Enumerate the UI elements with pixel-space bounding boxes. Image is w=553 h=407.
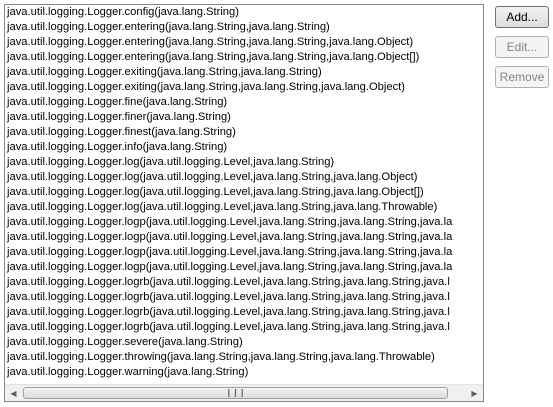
methods-list-items: java.util.logging.Logger.config(java.lan…	[5, 5, 483, 384]
edit-button[interactable]: Edit...	[495, 36, 549, 58]
list-item[interactable]: java.util.logging.Logger.logrb(java.util…	[5, 275, 483, 290]
list-item[interactable]: java.util.logging.Logger.exiting(java.la…	[5, 65, 483, 80]
list-item[interactable]: java.util.logging.Logger.log(java.util.l…	[5, 200, 483, 215]
grip-icon: ❙❙❙	[225, 388, 246, 397]
list-item[interactable]: java.util.logging.Logger.log(java.util.l…	[5, 155, 483, 170]
scroll-left-icon[interactable]: ◀	[5, 385, 22, 401]
remove-button[interactable]: Remove	[495, 66, 549, 88]
list-item[interactable]: java.util.logging.Logger.finer(java.lang…	[5, 110, 483, 125]
list-item[interactable]: java.util.logging.Logger.entering(java.l…	[5, 20, 483, 35]
horizontal-scrollbar[interactable]: ◀ ❙❙❙ ▶	[5, 384, 483, 401]
list-item[interactable]: java.util.logging.Logger.logp(java.util.…	[5, 260, 483, 275]
list-item[interactable]: java.util.logging.Logger.logp(java.util.…	[5, 245, 483, 260]
list-item[interactable]: java.util.logging.Logger.logrb(java.util…	[5, 320, 483, 335]
list-item[interactable]: java.util.logging.Logger.entering(java.l…	[5, 35, 483, 50]
list-item[interactable]: java.util.logging.Logger.severe(java.lan…	[5, 335, 483, 350]
scroll-right-icon[interactable]: ▶	[466, 385, 483, 401]
list-item[interactable]: java.util.logging.Logger.exiting(java.la…	[5, 80, 483, 95]
list-item[interactable]: java.util.logging.Logger.info(java.lang.…	[5, 140, 483, 155]
list-item[interactable]: java.util.logging.Logger.log(java.util.l…	[5, 185, 483, 200]
add-button[interactable]: Add...	[495, 6, 549, 28]
list-item[interactable]: java.util.logging.Logger.entering(java.l…	[5, 50, 483, 65]
list-item[interactable]: java.util.logging.Logger.logrb(java.util…	[5, 290, 483, 305]
list-item[interactable]: java.util.logging.Logger.throwing(java.l…	[5, 350, 483, 365]
list-item[interactable]: java.util.logging.Logger.config(java.lan…	[5, 5, 483, 20]
list-item[interactable]: java.util.logging.Logger.logp(java.util.…	[5, 230, 483, 245]
list-item[interactable]: java.util.logging.Logger.fine(java.lang.…	[5, 95, 483, 110]
methods-list[interactable]: java.util.logging.Logger.config(java.lan…	[4, 4, 484, 402]
scrollbar-thumb[interactable]: ❙❙❙	[23, 387, 448, 399]
list-item[interactable]: java.util.logging.Logger.finest(java.lan…	[5, 125, 483, 140]
list-item[interactable]: java.util.logging.Logger.logp(java.util.…	[5, 215, 483, 230]
list-item[interactable]: java.util.logging.Logger.logrb(java.util…	[5, 305, 483, 320]
list-item[interactable]: java.util.logging.Logger.warning(java.la…	[5, 365, 483, 380]
list-item[interactable]: java.util.logging.Logger.log(java.util.l…	[5, 170, 483, 185]
